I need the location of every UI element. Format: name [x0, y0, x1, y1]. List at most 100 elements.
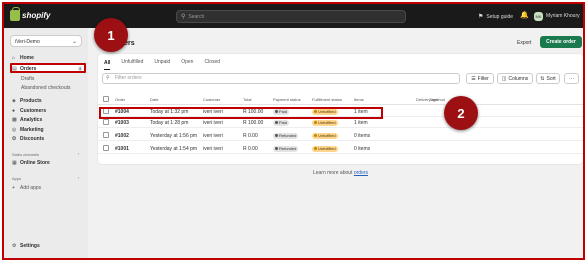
tab-open[interactable]: Open [181, 59, 193, 65]
filter-bar: ⚲ Filter orders ☰ Filter ◫ Columns ⇅ Sor… [102, 73, 579, 85]
order-total: R 0.00 [243, 146, 258, 152]
store-icon: ▦ [12, 159, 17, 166]
fulfillment-status-text: Unfulfilled [318, 120, 336, 125]
learn-more-orders-link[interactable]: orders [354, 170, 368, 176]
tab-closed[interactable]: Closed [204, 59, 220, 65]
bell-icon[interactable]: 🔔 [520, 11, 529, 19]
column-header[interactable]: Date [150, 97, 158, 102]
filter-orders-input[interactable]: ⚲ Filter orders [102, 73, 460, 84]
search-icon: ⚲ [106, 75, 110, 81]
sidebar-item-drafts[interactable]: Drafts [21, 76, 34, 82]
sidebar-item-label: Customers [20, 108, 47, 114]
sidebar-item-settings[interactable]: ⚙ Settings [12, 243, 40, 249]
sales-channels-heading: Sales channels [12, 152, 40, 157]
order-items[interactable]: 1 item [354, 120, 368, 126]
search-icon: ⚲ [181, 14, 186, 20]
column-header[interactable]: Payment status [273, 97, 301, 102]
apps-heading: Apps [12, 176, 22, 181]
tab-bar: All Unfulfilled Unpaid Open Closed [98, 54, 583, 70]
user-name[interactable]: Myriam Khoury [546, 13, 580, 19]
sidebar-item-label: Online Store [20, 160, 50, 166]
fulfillment-status-badge: Unfulfilled [312, 146, 338, 152]
order-customer: iveri iveri [203, 120, 223, 126]
order-number[interactable]: #1001 [115, 146, 129, 152]
chevron-down-icon: ⌄ [71, 39, 77, 45]
shopify-logo[interactable]: shopify [10, 7, 51, 21]
app-window: shopify ⚲ Search ⚑ Setup guide 🔔 MK Myri… [2, 2, 585, 260]
sidebar-item-add-apps[interactable]: + Add apps [12, 185, 41, 191]
sort-button[interactable]: ⇅ Sort [536, 73, 560, 84]
payment-status-text: Refunded [279, 133, 297, 138]
shopify-bag-icon [10, 7, 20, 21]
discount-icon: ❂ [12, 135, 17, 142]
store-selector[interactable]: iVeri-Demo ⌄ [10, 35, 82, 47]
logo-text: shopify [22, 11, 51, 20]
sort-button-label: Sort [546, 75, 556, 82]
column-header[interactable]: Fulfillment status [312, 97, 342, 102]
sidebar-item-home[interactable]: ⌂ Home [12, 55, 34, 61]
row-checkbox[interactable] [103, 132, 109, 138]
sidebar-item-label: Home [20, 55, 34, 61]
tab-unpaid[interactable]: Unpaid [154, 59, 170, 65]
column-header[interactable]: Total [243, 97, 251, 102]
plus-icon: + [12, 184, 15, 191]
columns-button[interactable]: ◫ Columns [497, 73, 533, 84]
setup-guide-button[interactable]: ⚑ Setup guide [478, 13, 513, 21]
search-input[interactable]: ⚲ Search [176, 10, 406, 23]
order-number[interactable]: #1003 [115, 120, 129, 126]
sidebar-item-products[interactable]: ◈ Products [12, 98, 42, 104]
sidebar-item-online-store[interactable]: ▦ Online Store [12, 160, 50, 166]
payment-status-badge: Refunded [273, 133, 299, 139]
order-date: Today at 1:28 pm [150, 120, 189, 126]
fulfillment-status-text: Unfulfilled [318, 146, 336, 151]
order-items[interactable]: 0 items [354, 146, 370, 152]
order-customer: iveri iveri [203, 146, 223, 152]
order-date: Yesterday at 1:54 pm [150, 146, 198, 152]
order-customer: iveri iveri [203, 133, 223, 139]
columns-icon: ◫ [501, 75, 507, 82]
inbox-icon: ▤ [12, 65, 17, 72]
column-header[interactable]: Items [354, 97, 364, 102]
order-date: Yesterday at 1:56 pm [150, 133, 198, 139]
payment-status-badge: Refunded [273, 146, 299, 152]
sidebar-item-discounts[interactable]: ❂ Discounts [12, 136, 44, 142]
column-header[interactable]: Tags [429, 97, 437, 102]
filter-button-label: Filter [477, 75, 489, 82]
create-order-button[interactable]: Create order [540, 36, 582, 48]
person-icon: ● [12, 107, 16, 114]
tab-unfulfilled[interactable]: Unfulfilled [121, 59, 143, 65]
order-number[interactable]: #1002 [115, 133, 129, 139]
sidebar-item-marketing[interactable]: ◎ Marketing [12, 127, 44, 133]
tab-all[interactable]: All [104, 60, 111, 70]
sidebar-item-analytics[interactable]: ▩ Analytics [12, 117, 42, 123]
filter-button[interactable]: ☰ Filter [466, 73, 494, 84]
filter-placeholder: Filter orders [115, 75, 142, 81]
more-actions-button[interactable]: ··· [564, 73, 579, 84]
gear-icon: ⚙ [12, 242, 17, 249]
sidebar: iVeri-Demo ⌄ ⌂ Home ▤ Orders 4 Drafts Ab… [4, 28, 88, 258]
sidebar-item-abandoned-checkouts[interactable]: Abandoned checkouts [21, 85, 70, 91]
select-all-checkbox[interactable] [103, 96, 109, 102]
chevron-right-icon[interactable]: › [78, 151, 79, 156]
sidebar-item-customers[interactable]: ● Customers [12, 108, 46, 114]
column-header[interactable]: Order [115, 97, 125, 102]
payment-status-text: Paid [279, 120, 288, 125]
row-checkbox[interactable] [103, 119, 109, 125]
target-icon: ◎ [12, 126, 17, 133]
tag-icon: ◈ [12, 97, 16, 104]
sidebar-item-label: Discounts [20, 136, 45, 142]
sidebar-item-label: Marketing [20, 127, 44, 133]
table-row[interactable]: #1001 Yesterday at 1:54 pm iveri iveri R… [98, 143, 583, 154]
store-name: iVeri-Demo [15, 39, 40, 45]
export-button[interactable]: Export [517, 40, 531, 46]
sidebar-item-label: Settings [20, 243, 40, 249]
avatar[interactable]: MK [534, 12, 543, 21]
fulfillment-status-text: Unfulfilled [318, 133, 336, 138]
order-items[interactable]: 0 items [354, 133, 370, 139]
table-row[interactable]: #1002 Yesterday at 1:56 pm iveri iveri R… [98, 130, 583, 141]
row-checkbox[interactable] [103, 145, 109, 151]
sidebar-item-orders[interactable]: ▤ Orders [12, 66, 36, 72]
column-header[interactable]: Customer [203, 97, 220, 102]
sidebar-item-label: Drafts [21, 76, 35, 82]
step-marker-1: 1 [94, 18, 128, 52]
